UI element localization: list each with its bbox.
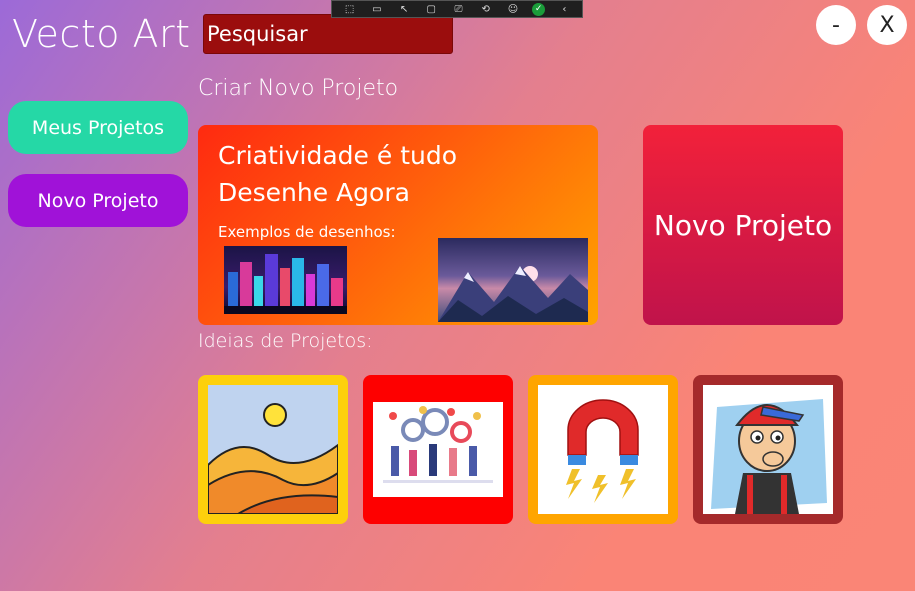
examples-label: Exemplos de desenhos: (218, 223, 396, 241)
pointer-icon[interactable]: ↖ (396, 4, 412, 15)
team-ideas-image (373, 402, 503, 497)
close-button[interactable]: X (867, 5, 907, 45)
hero-banner: Criatividade é tudo Desenhe Agora Exempl… (198, 125, 598, 325)
hero-subheadline: Desenhe Agora (218, 178, 410, 207)
binding-icon[interactable]: ⟲ (478, 4, 494, 15)
hero-headline: Criatividade é tudo (218, 141, 458, 170)
collapse-icon[interactable]: ‹ (556, 4, 572, 15)
idea-card-desert[interactable] (198, 375, 348, 524)
display-icon[interactable]: ⎚ (450, 4, 466, 15)
desert-dunes-image (208, 385, 338, 514)
check-icon[interactable]: ✓ (532, 2, 546, 16)
ideas-title: Ideias de Projetos: (198, 330, 373, 352)
accessibility-icon[interactable]: ☺ (505, 4, 521, 15)
cartoon-character-image (703, 385, 833, 514)
city-skyline-image (224, 246, 347, 314)
app-title: Vecto Art (12, 12, 191, 56)
frame-icon[interactable]: ▢ (423, 4, 439, 15)
new-project-sidebar-button[interactable]: Novo Projeto (8, 174, 188, 227)
magnet-image (538, 385, 668, 514)
idea-card-magnet[interactable] (528, 375, 678, 524)
debug-toolbar: ⬚ ▭ ↖ ▢ ⎚ ⟲ ☺ ✓ ‹ (331, 0, 583, 18)
search-input[interactable] (203, 14, 453, 54)
new-project-button[interactable]: Novo Projeto (643, 125, 843, 325)
minimize-button[interactable]: - (816, 5, 856, 45)
mountain-landscape-image (438, 238, 588, 322)
select-element-icon[interactable]: ⬚ (342, 4, 358, 15)
idea-card-team[interactable] (363, 375, 513, 524)
section-title: Criar Novo Projeto (198, 76, 399, 101)
idea-card-character[interactable] (693, 375, 843, 524)
my-projects-button[interactable]: Meus Projetos (8, 101, 188, 154)
video-icon[interactable]: ▭ (369, 4, 385, 15)
